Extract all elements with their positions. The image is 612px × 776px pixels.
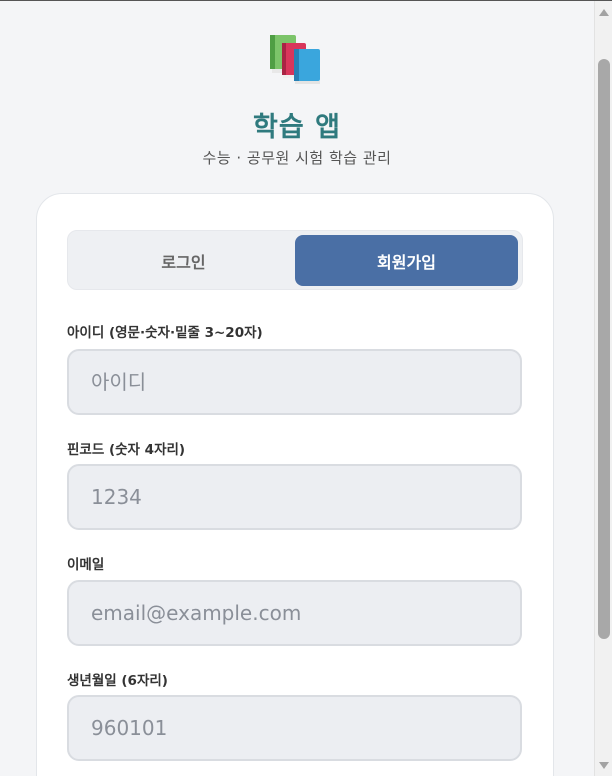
birthdate-field-label: 생년월일 (6자리) bbox=[67, 673, 168, 689]
scroll-down-arrow-icon[interactable] bbox=[599, 762, 609, 769]
email-field-label: 이메일 bbox=[67, 557, 105, 573]
scroll-thumb[interactable] bbox=[598, 59, 610, 639]
id-field[interactable] bbox=[67, 349, 522, 415]
scroll-up-arrow-icon[interactable] bbox=[599, 9, 609, 16]
scroll-content: 학습 앱 수능 · 공무원 시험 학습 관리 로그인 회원가입 아이디 (영문·… bbox=[0, 1, 594, 776]
app-subtitle: 수능 · 공무원 시험 학습 관리 bbox=[202, 149, 392, 167]
signup-page: 학습 앱 수능 · 공무원 시험 학습 관리 로그인 회원가입 아이디 (영문·… bbox=[0, 0, 612, 776]
tab-signup[interactable]: 회원가입 bbox=[295, 235, 518, 286]
app-title: 학습 앱 bbox=[253, 112, 341, 143]
auth-tabs: 로그인 회원가입 bbox=[67, 230, 523, 290]
pin-field[interactable] bbox=[67, 464, 522, 530]
tab-login[interactable]: 로그인 bbox=[72, 235, 295, 286]
books-icon bbox=[270, 35, 320, 84]
id-field-label: 아이디 (영문·숫자·밑줄 3~20자) bbox=[67, 325, 263, 341]
email-field[interactable] bbox=[67, 580, 522, 646]
pin-field-label: 핀코드 (숫자 4자리) bbox=[67, 442, 186, 458]
auth-card: 로그인 회원가입 아이디 (영문·숫자·밑줄 3~20자) 핀코드 (숫자 4자… bbox=[36, 193, 554, 776]
birthdate-field[interactable] bbox=[67, 695, 522, 761]
vertical-scrollbar[interactable] bbox=[594, 1, 612, 776]
